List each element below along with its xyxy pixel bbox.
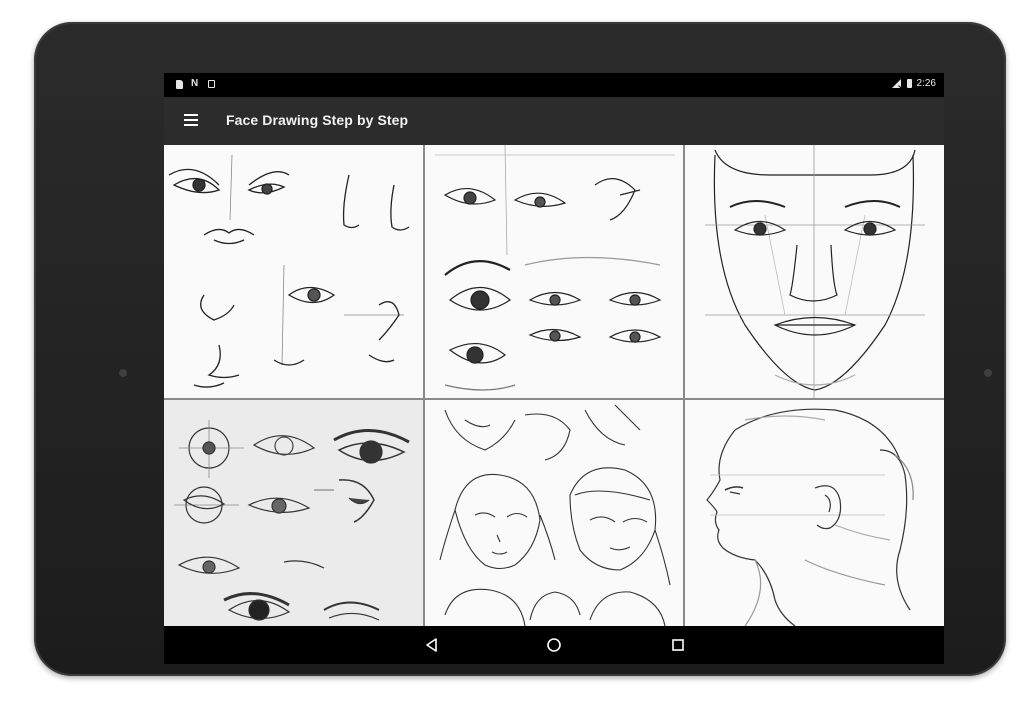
tutorial-tile-eyes-noses[interactable] <box>164 145 423 398</box>
tutorial-tile-anime-faces[interactable] <box>425 400 683 626</box>
side-profile-head-sketch <box>706 408 914 626</box>
system-icons: 2:26 <box>891 78 936 89</box>
tutorial-grid <box>164 145 944 626</box>
tutorial-tile-eye-construction[interactable] <box>164 400 423 626</box>
eye-variations-sketch <box>435 145 675 391</box>
anime-girl-faces-sketch <box>439 404 671 626</box>
eye-construction-sketch <box>174 420 410 621</box>
status-bar: N 2:26 <box>164 73 944 97</box>
tutorial-tile-front-face[interactable] <box>685 145 944 398</box>
app-title: Face Drawing Step by Step <box>226 112 409 128</box>
home-icon[interactable] <box>545 636 563 654</box>
app-bar: Face Drawing Step by Step <box>164 97 944 145</box>
front-face-proportions-sketch <box>705 145 925 398</box>
sensor-dot <box>984 369 992 377</box>
tablet-frame: N 2:26 Face Drawing Step by Step <box>34 22 1006 676</box>
notification-icons: N <box>176 79 215 89</box>
eyes-noses-sketch <box>168 154 410 388</box>
tutorial-tile-side-profile[interactable] <box>685 400 944 626</box>
sensor-dot <box>119 369 127 377</box>
hamburger-menu-icon[interactable] <box>184 114 200 128</box>
page: N 2:26 Face Drawing Step by Step <box>0 0 1020 712</box>
n-notification-icon: N <box>191 78 199 89</box>
tutorial-tile-eye-variations[interactable] <box>425 145 683 398</box>
device-screen: N 2:26 Face Drawing Step by Step <box>164 73 944 664</box>
sd-card-icon <box>176 79 183 89</box>
battery-icon <box>906 79 912 88</box>
status-time: 2:26 <box>916 78 936 89</box>
system-nav-bar <box>164 626 944 664</box>
wifi-icon <box>891 78 902 89</box>
back-icon[interactable] <box>423 636 441 654</box>
download-icon <box>208 80 215 88</box>
recents-icon[interactable] <box>669 636 687 654</box>
